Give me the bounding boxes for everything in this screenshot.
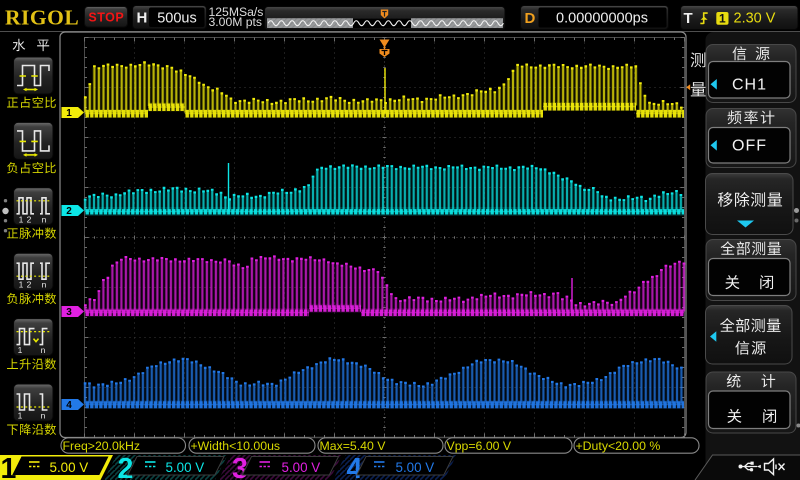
svg-text:RIGOL: RIGOL [5, 6, 79, 30]
svg-text:STOP: STOP [88, 11, 124, 25]
svg-text:1: 1 [19, 280, 24, 290]
svg-text:Freq>20.0kHz: Freq>20.0kHz [63, 439, 141, 453]
svg-text:5.00 V: 5.00 V [282, 460, 321, 475]
svg-text:1: 1 [18, 411, 23, 421]
svg-text:5.00 V: 5.00 V [166, 460, 205, 475]
svg-text:500us: 500us [157, 10, 197, 26]
svg-text:2: 2 [118, 453, 134, 480]
svg-text:5.00 V: 5.00 V [50, 460, 89, 475]
svg-text:1: 1 [1, 453, 17, 480]
svg-text:1: 1 [18, 345, 23, 355]
svg-text:Vpp=6.00 V: Vpp=6.00 V [447, 439, 512, 453]
svg-text:5.00 V: 5.00 V [396, 460, 435, 475]
svg-text:Max=5.40 V: Max=5.40 V [320, 439, 387, 453]
svg-text:CH1: CH1 [732, 76, 767, 93]
svg-text:4: 4 [66, 400, 72, 411]
svg-text:OFF: OFF [732, 137, 767, 154]
svg-text:2: 2 [27, 214, 32, 224]
svg-text:D: D [525, 10, 536, 27]
svg-text:1: 1 [19, 214, 24, 224]
svg-text:2: 2 [66, 206, 72, 217]
svg-text:4: 4 [347, 453, 363, 480]
svg-text:n: n [41, 345, 46, 355]
svg-text:1: 1 [66, 108, 72, 119]
svg-text:H: H [137, 10, 148, 27]
svg-text:3: 3 [232, 453, 248, 480]
svg-text:0.00000000ps: 0.00000000ps [556, 11, 648, 27]
svg-text:+Duty<20.00 %: +Duty<20.00 % [576, 439, 661, 453]
svg-text:1: 1 [719, 11, 726, 25]
svg-text:2: 2 [27, 280, 32, 290]
svg-text:3.00M pts: 3.00M pts [209, 15, 263, 29]
svg-text:+Width<10.00us: +Width<10.00us [191, 439, 281, 453]
svg-text:2.30 V: 2.30 V [734, 10, 776, 26]
svg-text:n: n [42, 280, 47, 290]
svg-text:n: n [42, 214, 47, 224]
svg-text:3: 3 [66, 307, 72, 318]
svg-text:T: T [684, 10, 693, 27]
svg-text:n: n [41, 411, 46, 421]
